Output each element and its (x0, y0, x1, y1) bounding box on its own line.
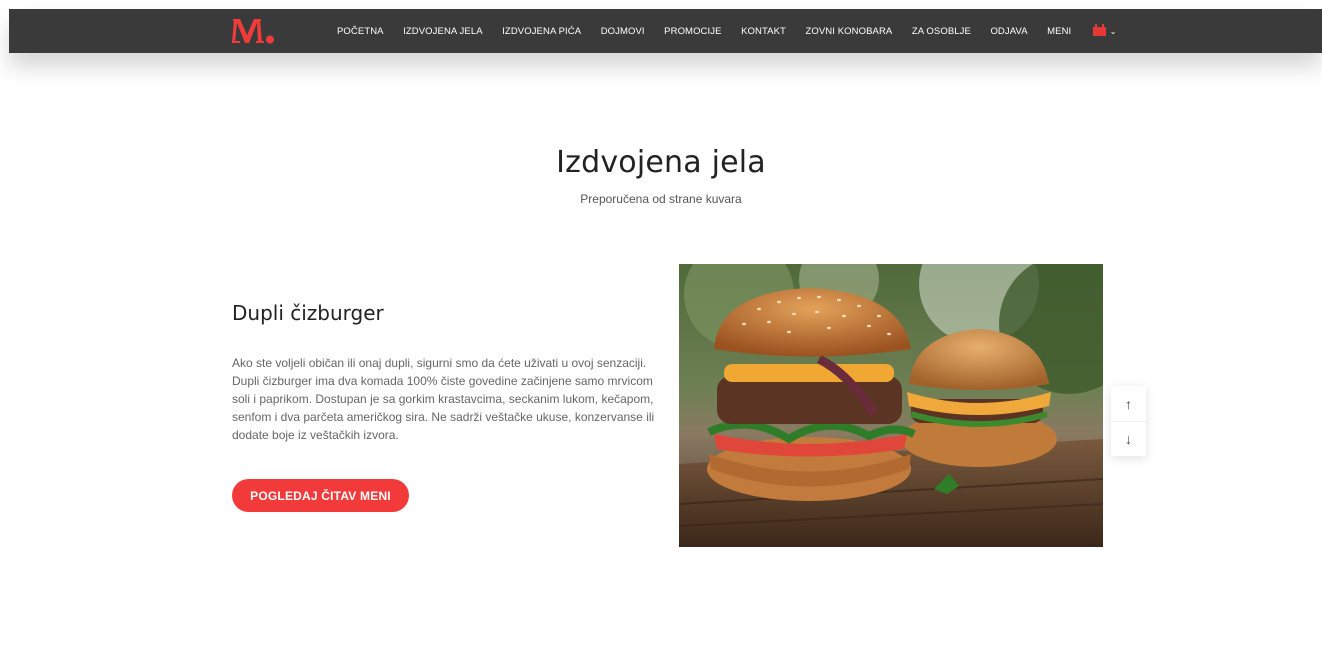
chevron-down-icon: ⌄ (1109, 26, 1117, 36)
slider-up-button[interactable]: ↑ (1111, 386, 1146, 421)
dish-description: Ako ste voljeli običan ili onaj dupli, s… (232, 356, 655, 442)
arrow-down-icon: ↓ (1125, 431, 1132, 447)
logo-icon (232, 19, 274, 44)
main-nav: POČETNA IZDVOJENA JELA IZDVOJENA PIĆA DO… (337, 9, 1117, 53)
nav-item-izdvojena-jela[interactable]: IZDVOJENA JELA (403, 26, 483, 37)
nav-item-izdvojena-pica[interactable]: IZDVOJENA PIĆA (502, 26, 581, 37)
nav-item-zovni-konobara[interactable]: ZOVNI KONOBARA (805, 26, 892, 37)
nav-item-meni[interactable]: MENI (1047, 26, 1071, 37)
nav-item-odjava[interactable]: ODJAVA (990, 26, 1027, 37)
top-navbar: POČETNA IZDVOJENA JELA IZDVOJENA PIĆA DO… (9, 9, 1322, 53)
flag-icon (1092, 23, 1106, 36)
logo[interactable] (231, 16, 283, 46)
language-switcher[interactable]: ⌄ (1092, 23, 1117, 36)
dish-image (679, 264, 1103, 547)
view-full-menu-button[interactable]: POGLEDAJ ČITAV MENI (232, 479, 409, 512)
dish-title: Dupli čizburger (232, 301, 384, 325)
nav-item-kontakt[interactable]: KONTAKT (741, 26, 786, 37)
section-subtitle: Preporučena od strane kuvara (580, 192, 742, 206)
slider-down-button[interactable]: ↓ (1111, 421, 1146, 456)
nav-item-dojmovi[interactable]: DOJMOVI (601, 26, 645, 37)
slider-controls: ↑ ↓ (1111, 386, 1146, 456)
arrow-up-icon: ↑ (1125, 395, 1132, 412)
nav-item-promocije[interactable]: PROMOCIJE (664, 26, 721, 37)
burger-photo (679, 264, 1103, 547)
section-title: Izdvojena jela (556, 145, 766, 180)
nav-item-za-osoblje[interactable]: ZA OSOBLJE (912, 26, 971, 37)
nav-item-pocetna[interactable]: POČETNA (337, 26, 384, 37)
